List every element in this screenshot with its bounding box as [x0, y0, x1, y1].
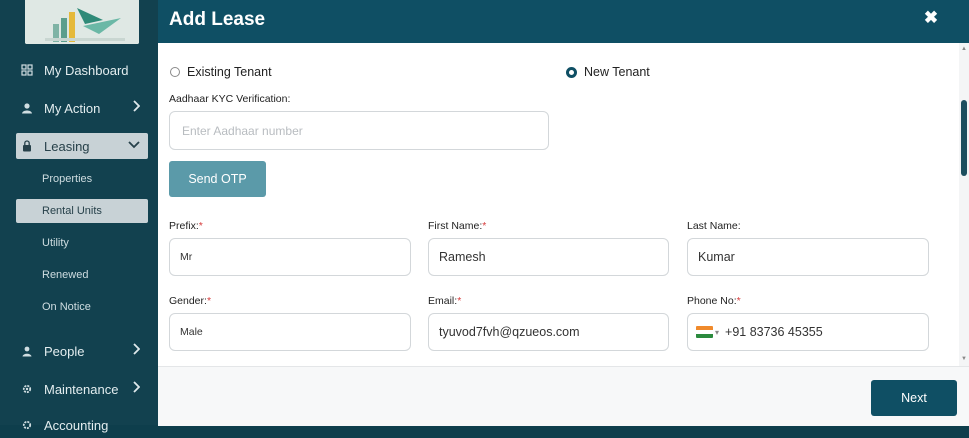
existing-tenant-radio[interactable]: Existing Tenant	[170, 65, 272, 79]
aadhaar-field[interactable]	[169, 111, 549, 150]
first-name-label-text: First Name:	[428, 220, 483, 232]
user-icon	[20, 101, 34, 115]
gender-field[interactable]: Male	[169, 313, 411, 351]
modal-header: Add Lease ✖	[158, 0, 969, 43]
chevron-right-icon	[132, 100, 141, 115]
logo	[25, 0, 139, 44]
prefix-label-text: Prefix:	[169, 220, 199, 232]
chevron-down-icon	[128, 138, 140, 153]
sidebar-subitem-label: Utility	[42, 237, 69, 249]
sidebar-subitem-on-notice[interactable]: On Notice	[16, 295, 148, 319]
chevron-right-icon	[132, 343, 141, 358]
sidebar-subitem-label: On Notice	[42, 301, 91, 313]
scroll-up-icon[interactable]: ▲	[961, 46, 967, 52]
new-tenant-label: New Tenant	[584, 65, 650, 79]
scrollbar-thumb[interactable]	[961, 100, 967, 176]
sidebar-subitem-label: Properties	[42, 173, 93, 185]
gear-icon	[20, 418, 34, 432]
sidebar-item-people[interactable]: People	[16, 338, 148, 364]
chevron-right-icon	[132, 381, 141, 396]
modal-footer: Next	[158, 366, 969, 426]
sidebar-subitem-utility[interactable]: Utility	[16, 231, 148, 255]
scroll-down-icon[interactable]: ▼	[961, 356, 967, 362]
chevron-down-icon[interactable]: ▾	[715, 328, 719, 337]
scrollbar[interactable]	[959, 43, 969, 366]
sidebar-item-leasing[interactable]: Leasing	[16, 133, 148, 159]
last-name-label: Last Name:	[687, 220, 741, 232]
aadhaar-label: Aadhaar KYC Verification:	[169, 93, 291, 105]
phone-value: +91 83736 45355	[725, 325, 823, 339]
email-field[interactable]: tyuvod7fvh@qzueos.com	[428, 313, 669, 351]
radio-checked-icon	[566, 66, 577, 78]
aadhaar-input[interactable]	[180, 122, 548, 139]
required-mark: *	[457, 295, 462, 307]
last-name-field[interactable]: Kumar	[687, 238, 929, 276]
gender-label: Gender:*	[169, 295, 211, 307]
sidebar-item-accounting[interactable]: Accounting	[16, 412, 148, 438]
sidebar: My Dashboard My Action Leasing Propertie…	[0, 0, 158, 433]
radio-unchecked-icon	[170, 67, 180, 77]
sidebar-item-my-dashboard[interactable]: My Dashboard	[16, 57, 148, 83]
prefix-field[interactable]: Mr	[169, 238, 411, 276]
dashboard-icon	[20, 63, 34, 77]
sidebar-item-label: Leasing	[44, 138, 90, 154]
email-label: Email:*	[428, 295, 461, 307]
email-label-text: Email:	[428, 295, 458, 307]
people-icon	[20, 344, 34, 358]
sidebar-item-my-action[interactable]: My Action	[16, 95, 148, 121]
phone-field[interactable]: ▾ +91 83736 45355	[687, 313, 929, 351]
sidebar-item-label: Maintenance	[44, 381, 119, 397]
add-lease-modal: Add Lease ✖ Existing Tenant New Tenant A…	[158, 0, 969, 426]
modal-title: Add Lease	[169, 9, 266, 30]
first-name-label: First Name:*	[428, 220, 486, 232]
prefix-label: Prefix:*	[169, 220, 203, 232]
prefix-value: Mr	[180, 251, 193, 263]
sidebar-subitem-renewed[interactable]: Renewed	[16, 263, 148, 287]
last-name-value: Kumar	[698, 250, 735, 264]
gender-value: Male	[180, 326, 203, 338]
required-mark: *	[736, 295, 741, 307]
email-value: tyuvod7fvh@qzueos.com	[439, 325, 580, 339]
new-tenant-radio[interactable]: New Tenant	[566, 65, 650, 79]
first-name-field[interactable]: Ramesh	[428, 238, 669, 276]
sidebar-subitem-label: Renewed	[42, 269, 89, 281]
gender-label-text: Gender:	[169, 295, 207, 307]
close-icon[interactable]: ✖	[923, 9, 939, 27]
sidebar-item-label: My Dashboard	[44, 62, 129, 78]
required-mark: *	[198, 220, 203, 232]
phone-label: Phone No:*	[687, 295, 741, 307]
sidebar-item-label: People	[44, 343, 85, 359]
existing-tenant-label: Existing Tenant	[187, 65, 272, 79]
sidebar-subitem-rental-units[interactable]: Rental Units	[16, 199, 148, 223]
sidebar-subitem-properties[interactable]: Properties	[16, 167, 148, 191]
india-flag-icon[interactable]	[696, 326, 713, 338]
sidebar-subitem-label: Rental Units	[42, 205, 102, 217]
send-otp-button[interactable]: Send OTP	[169, 161, 266, 197]
gear-icon	[20, 382, 34, 396]
required-mark: *	[206, 295, 212, 307]
sidebar-item-label: Accounting	[44, 417, 109, 433]
phone-label-text: Phone No:	[687, 295, 737, 307]
sidebar-item-label: My Action	[44, 100, 101, 116]
required-mark: *	[482, 220, 487, 232]
next-button[interactable]: Next	[871, 380, 957, 416]
sidebar-item-maintenance[interactable]: Maintenance	[16, 376, 148, 402]
first-name-value: Ramesh	[439, 250, 486, 264]
lock-icon	[20, 139, 34, 153]
